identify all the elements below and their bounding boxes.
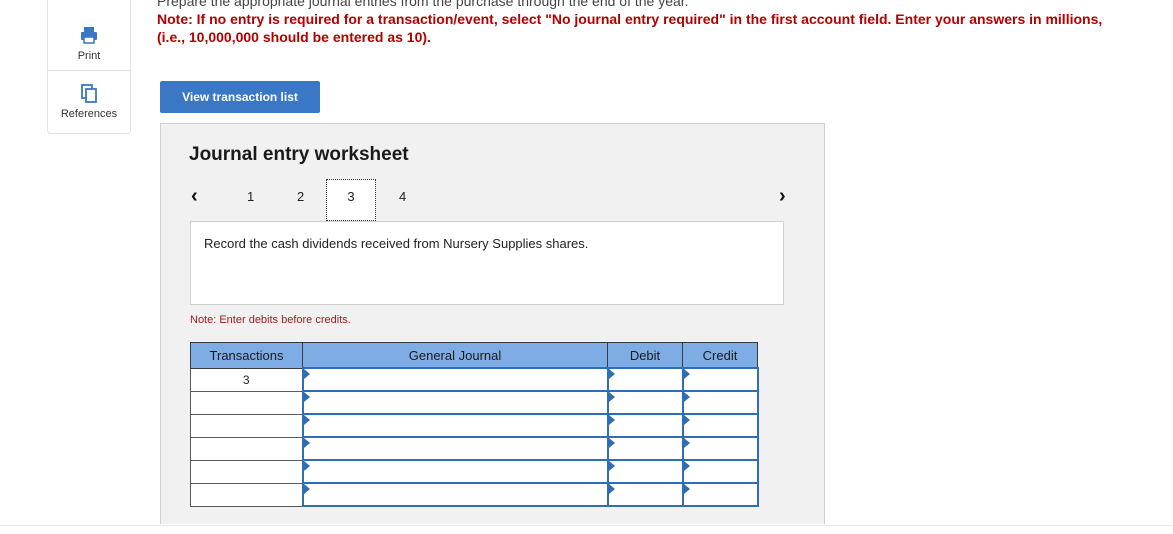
- chevron-right-icon[interactable]: ›: [779, 184, 786, 208]
- account-input[interactable]: [301, 367, 609, 392]
- debit-input[interactable]: [606, 413, 684, 438]
- debit-input[interactable]: [606, 390, 684, 415]
- credit-input[interactable]: [681, 459, 759, 484]
- page-tab-1[interactable]: 1: [247, 189, 254, 204]
- header-general-journal: General Journal: [302, 342, 608, 369]
- printer-icon: [81, 27, 97, 44]
- copy-icon: [81, 84, 97, 103]
- worksheet-title: Journal entry worksheet: [189, 144, 409, 165]
- table-row: [190, 413, 759, 438]
- journal-table: Transactions General Journal Debit Credi…: [190, 342, 759, 507]
- table-row: [190, 459, 759, 484]
- table-row: [190, 482, 759, 507]
- transaction-description: Record the cash dividends received from …: [190, 221, 784, 305]
- divider: [0, 525, 1173, 526]
- account-input[interactable]: [301, 459, 609, 484]
- debit-input[interactable]: [606, 367, 684, 392]
- transaction-cell: [190, 390, 303, 415]
- table-row: [190, 436, 759, 461]
- debit-input[interactable]: [606, 436, 684, 461]
- references-label: References: [60, 108, 118, 120]
- instruction-note: Note: If no entry is required for a tran…: [157, 11, 1103, 45]
- transaction-cell: [190, 436, 303, 461]
- page-tab-4[interactable]: 4: [399, 189, 406, 204]
- header-credit: Credit: [682, 342, 758, 369]
- instruction-text: Prepare the appropriate journal entries …: [157, 0, 689, 9]
- references-button[interactable]: References: [48, 72, 130, 132]
- account-input[interactable]: [301, 413, 609, 438]
- page-tab-3-current[interactable]: 3: [326, 179, 376, 221]
- journal-worksheet-panel: Journal entry worksheet ‹ 1 2 3 4 › Reco…: [160, 123, 825, 524]
- instructions: Prepare the appropriate journal entries …: [157, 0, 1117, 46]
- print-button[interactable]: Print: [48, 12, 130, 71]
- credit-input[interactable]: [681, 367, 759, 392]
- transaction-cell: [190, 459, 303, 484]
- transaction-cell: [190, 413, 303, 438]
- header-debit: Debit: [607, 342, 683, 369]
- page-tab-2[interactable]: 2: [297, 189, 304, 204]
- credit-input[interactable]: [681, 390, 759, 415]
- sidebar: Print References: [47, 0, 131, 134]
- account-input[interactable]: [301, 390, 609, 415]
- credit-input[interactable]: [681, 436, 759, 461]
- account-input[interactable]: [301, 482, 609, 507]
- print-label: Print: [77, 50, 101, 62]
- credit-input[interactable]: [681, 482, 759, 507]
- chevron-left-icon[interactable]: ‹: [191, 184, 198, 208]
- worksheet-pager: ‹ 1 2 3 4 ›: [161, 179, 824, 223]
- account-input[interactable]: [301, 436, 609, 461]
- debit-input[interactable]: [606, 459, 684, 484]
- table-row: 3: [190, 367, 759, 392]
- debit-input[interactable]: [606, 482, 684, 507]
- transaction-cell: [190, 482, 303, 507]
- debits-note: Note: Enter debits before credits.: [190, 314, 351, 326]
- table-row: [190, 390, 759, 415]
- transaction-cell: 3: [190, 367, 303, 392]
- credit-input[interactable]: [681, 413, 759, 438]
- header-transactions: Transactions: [190, 342, 303, 369]
- view-transaction-list-button[interactable]: View transaction list: [160, 81, 320, 113]
